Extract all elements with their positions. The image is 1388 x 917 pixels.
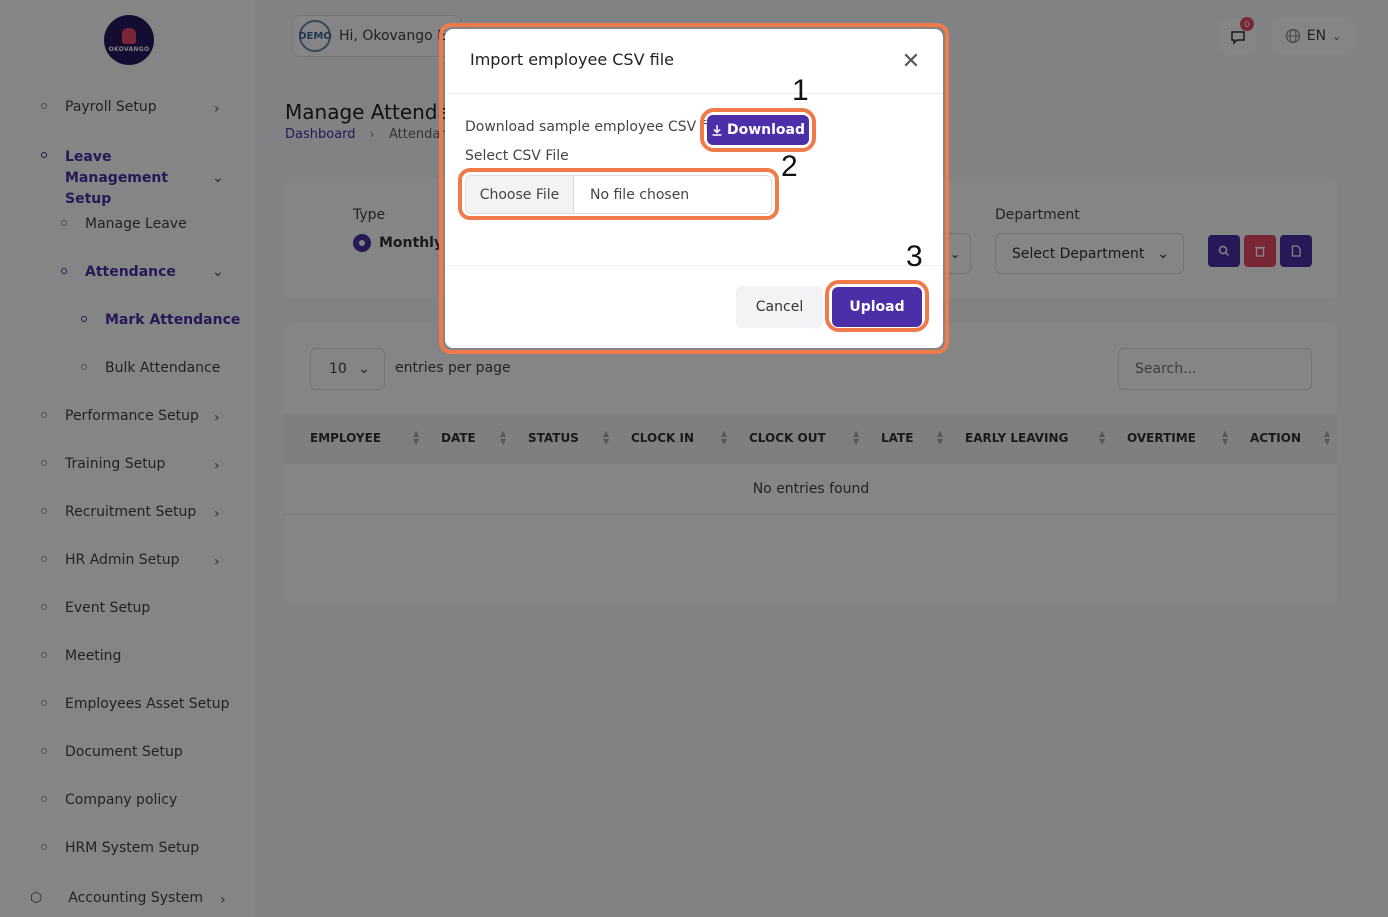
file-status: No file chosen — [590, 186, 690, 203]
cancel-button[interactable]: Cancel — [736, 286, 823, 328]
download-sample-label: Download sample employee CSV file — [465, 119, 722, 135]
download-button-label: Download — [726, 122, 806, 138]
divider — [445, 265, 943, 266]
close-icon[interactable]: ✕ — [899, 49, 923, 74]
download-icon — [712, 125, 722, 136]
csv-file-input[interactable]: Choose File No file chosen — [465, 175, 772, 214]
step-number-2: 2 — [781, 150, 798, 183]
upload-button[interactable]: Upload — [832, 287, 922, 327]
step-number-1: 1 — [792, 74, 809, 107]
select-csv-label: Select CSV File — [465, 148, 569, 164]
divider — [445, 93, 943, 94]
choose-file-button[interactable]: Choose File — [466, 176, 574, 213]
download-button[interactable]: Download — [707, 115, 809, 145]
step-number-3: 3 — [906, 240, 923, 273]
modal-title: Import employee CSV file — [470, 50, 674, 69]
